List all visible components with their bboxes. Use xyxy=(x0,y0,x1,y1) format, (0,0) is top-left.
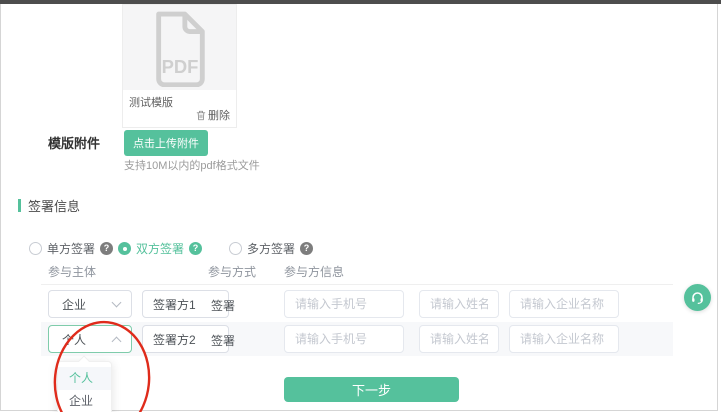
dropdown-arrow xyxy=(78,355,89,366)
person-name-input-row1[interactable] xyxy=(419,290,499,318)
delete-file-button[interactable]: 删除 xyxy=(196,107,230,123)
subject-select-row2[interactable]: 个人 xyxy=(48,325,132,353)
radio-label: 多方签署 xyxy=(247,240,295,257)
headset-icon xyxy=(690,290,705,305)
upload-attachment-button[interactable]: 点击上传附件 xyxy=(124,130,208,156)
radio-label: 双方签署 xyxy=(136,240,184,257)
company-name-input-row2[interactable] xyxy=(509,325,619,353)
radio-icon xyxy=(229,242,242,255)
upload-hint: 支持10M以内的pdf格式文件 xyxy=(124,157,260,173)
method-text-row1: 签署 xyxy=(211,297,235,314)
subject-select-row1[interactable]: 企业 xyxy=(48,290,132,318)
customer-service-button[interactable] xyxy=(684,284,711,311)
company-name-input-row1[interactable] xyxy=(509,290,619,318)
subject-select-value: 企业 xyxy=(62,296,86,313)
radio-icon xyxy=(29,242,42,255)
radio-two-party-sign[interactable]: 双方签署 ? xyxy=(118,240,202,257)
uploaded-file-card: PDF 测试模版 删除 xyxy=(122,4,237,128)
help-question-icon[interactable]: ? xyxy=(100,242,113,255)
help-question-icon[interactable]: ? xyxy=(300,242,313,255)
pdf-preview: PDF xyxy=(123,5,236,90)
method-text-row2: 签署 xyxy=(211,332,235,349)
table-divider xyxy=(41,284,673,285)
dropdown-option-personal[interactable]: 个人 xyxy=(58,367,111,390)
section-title: 签署信息 xyxy=(28,196,80,215)
help-question-icon[interactable]: ? xyxy=(189,242,202,255)
radio-multi-party-sign[interactable]: 多方签署 ? xyxy=(229,240,313,257)
trash-icon xyxy=(196,110,206,121)
phone-input-row2[interactable] xyxy=(284,325,404,353)
svg-text:PDF: PDF xyxy=(161,56,198,77)
radio-label: 单方签署 xyxy=(47,240,95,257)
sign-info-section-header: 签署信息 xyxy=(18,196,80,215)
subject-dropdown-menu: 个人 企业 xyxy=(57,361,112,412)
column-header-party-info: 参与方信息 xyxy=(284,263,344,280)
pdf-file-icon: PDF xyxy=(148,9,212,87)
radio-icon xyxy=(118,242,131,255)
column-header-subject: 参与主体 xyxy=(48,263,96,280)
delete-file-label: 删除 xyxy=(208,107,230,123)
subject-select-value: 个人 xyxy=(62,331,86,348)
chevron-down-icon xyxy=(112,298,122,308)
person-name-input-row2[interactable] xyxy=(419,325,499,353)
dropdown-option-enterprise[interactable]: 企业 xyxy=(58,390,111,412)
template-attachment-label: 模版附件 xyxy=(48,133,100,152)
next-step-button[interactable]: 下一步 xyxy=(284,377,459,402)
page-frame: PDF 测试模版 删除 模版附件 点击上传附件 支持10M以内的pdf格式文件 … xyxy=(0,0,718,411)
section-accent-bar xyxy=(18,199,21,212)
column-header-method: 参与方式 xyxy=(208,263,256,280)
phone-input-row1[interactable] xyxy=(284,290,404,318)
radio-single-party-sign[interactable]: 单方签署 ? xyxy=(29,240,113,257)
window-top-bar xyxy=(0,0,721,4)
chevron-up-icon xyxy=(112,337,122,347)
